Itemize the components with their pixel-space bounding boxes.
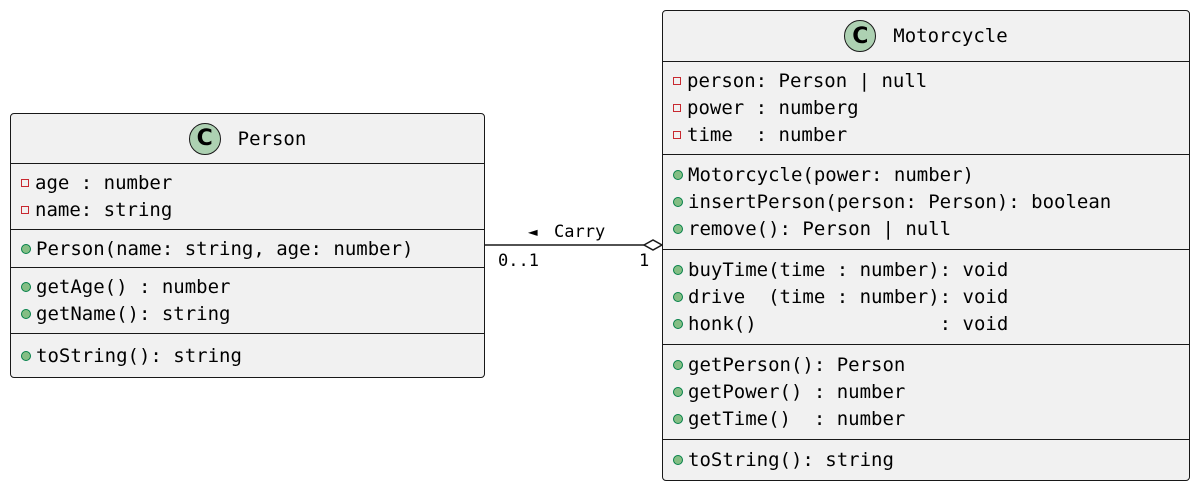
person-tostring: toString(): string — [11, 334, 484, 377]
public-icon — [673, 197, 683, 207]
member-row: Motorcycle(power: number) — [673, 162, 1189, 189]
member-row: getAge() : number — [21, 274, 484, 301]
motorcycle-action-methods: buyTime(time : number): void drive (time… — [663, 250, 1189, 345]
member-text: insertPerson(person: Person): boolean — [688, 191, 1112, 213]
member-row: name: string — [21, 197, 484, 224]
private-icon — [21, 179, 29, 187]
member-text: toString(): string — [36, 344, 242, 367]
public-icon — [673, 224, 683, 234]
class-icon: C — [188, 122, 221, 155]
public-icon — [673, 455, 683, 465]
public-icon — [673, 292, 683, 302]
member-text: drive (time : number): void — [688, 286, 1009, 308]
member-text: getPerson(): Person — [688, 354, 906, 376]
member-row: honk() : void — [673, 311, 1189, 338]
member-row: toString(): string — [21, 342, 484, 369]
association-label: Carry — [554, 222, 606, 242]
member-text: Motorcycle(power: number) — [688, 164, 974, 186]
aggregation-diamond — [642, 239, 664, 251]
private-icon — [673, 131, 681, 139]
member-row: toString(): string — [673, 447, 1189, 474]
motorcycle-tostring: toString(): string — [663, 440, 1189, 480]
class-icon: C — [844, 20, 877, 52]
member-text: getAge() : number — [36, 276, 231, 298]
public-icon — [21, 309, 31, 319]
member-row: getTime() : number — [673, 406, 1189, 433]
member-row: getName(): string — [21, 301, 484, 328]
member-text: age : number — [35, 172, 173, 194]
motorcycle-getters: getPerson(): Person getPower() : number … — [663, 345, 1189, 440]
person-attributes: age : number name: string — [11, 164, 484, 230]
member-row: age : number — [21, 170, 484, 197]
public-icon — [673, 170, 683, 180]
public-icon — [21, 243, 31, 254]
motorcycle-class[interactable]: C Motorcycle person: Person | null power… — [662, 10, 1190, 481]
motorcycle-multiplicity: 1 — [639, 251, 650, 271]
person-constructor: Person(name: string, age: number) — [11, 230, 484, 268]
person-getters: getAge() : number getName(): string — [11, 268, 484, 334]
member-text: name: string — [35, 199, 173, 221]
public-icon — [673, 319, 683, 329]
member-text: time : number — [687, 124, 848, 146]
member-row: remove(): Person | null — [673, 216, 1189, 243]
person-class[interactable]: C Person age : number name: string Perso… — [10, 113, 485, 378]
member-row: drive (time : number): void — [673, 284, 1189, 311]
motorcycle-class-header: C Motorcycle — [663, 11, 1189, 62]
person-multiplicity: 0..1 — [498, 251, 539, 271]
member-row: getPower() : number — [673, 379, 1189, 406]
public-icon — [21, 282, 31, 292]
member-row: person: Person | null — [673, 68, 1189, 95]
class-title: Motorcycle — [893, 25, 1008, 47]
private-icon — [673, 77, 681, 85]
member-text: getTime() : number — [688, 408, 906, 430]
public-icon — [673, 414, 683, 424]
member-row: getPerson(): Person — [673, 352, 1189, 379]
private-icon — [21, 206, 29, 214]
member-text: getPower() : number — [688, 381, 906, 403]
public-icon — [673, 360, 683, 370]
member-text: toString(): string — [688, 449, 894, 471]
member-row: time : number — [673, 122, 1189, 149]
public-icon — [673, 387, 683, 397]
member-row: Person(name: string, age: number) — [21, 235, 484, 262]
member-text: power : numberg — [687, 97, 859, 119]
class-title: Person — [237, 127, 307, 150]
motorcycle-core-methods: Motorcycle(power: number) insertPerson(p… — [663, 155, 1189, 250]
member-text: remove(): Person | null — [688, 218, 952, 240]
member-row: power : numberg — [673, 95, 1189, 122]
member-text: honk() : void — [688, 313, 1009, 335]
member-text: person: Person | null — [687, 70, 928, 92]
motorcycle-attributes: person: Person | null power : numberg ti… — [663, 62, 1189, 155]
public-icon — [21, 350, 31, 361]
member-text: getName(): string — [36, 303, 231, 325]
member-row: buyTime(time : number): void — [673, 257, 1189, 284]
public-icon — [673, 265, 683, 275]
member-text: buyTime(time : number): void — [688, 259, 1009, 281]
private-icon — [673, 104, 681, 112]
association-arrow: ◄ — [528, 222, 538, 241]
person-class-header: C Person — [11, 114, 484, 164]
member-text: Person(name: string, age: number) — [36, 237, 414, 260]
member-row: insertPerson(person: Person): boolean — [673, 189, 1189, 216]
